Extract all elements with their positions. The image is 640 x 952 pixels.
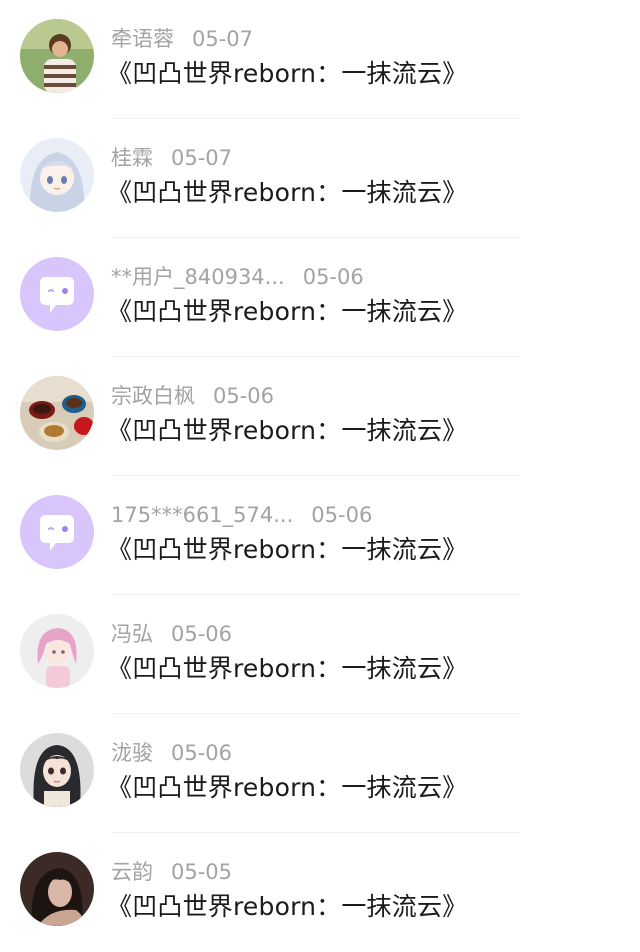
comment-meta: 宗政白枫 05-06 <box>111 383 274 409</box>
comment-title[interactable]: 《凹凸世界reborn：一抹流云》 <box>107 58 467 90</box>
teacups-avatar[interactable] <box>20 376 94 450</box>
comment-item[interactable]: 175***661_574... 05-06 《凹凸世界reborn：一抹流云》 <box>0 476 640 595</box>
dark-hair-girl-avatar[interactable] <box>20 733 94 807</box>
comment-title[interactable]: 《凹凸世界reborn：一抹流云》 <box>107 534 467 566</box>
comment-meta: 175***661_574... 05-06 <box>111 502 372 528</box>
anime-girl-avatar[interactable] <box>20 138 94 212</box>
comment-item[interactable]: 桂霖 05-07 《凹凸世界reborn：一抹流云》 <box>0 119 640 238</box>
comment-title[interactable]: 《凹凸世界reborn：一抹流云》 <box>107 653 467 685</box>
comment-title[interactable]: 《凹凸世界reborn：一抹流云》 <box>107 415 467 447</box>
pink-hair-avatar[interactable] <box>20 614 94 688</box>
comment-meta: **用户_840934... 05-06 <box>111 264 364 290</box>
comment-meta: 泷骏 05-06 <box>111 740 232 766</box>
username[interactable]: 牵语蓉 <box>111 27 174 51</box>
comment-date: 05-06 <box>171 741 233 765</box>
comment-item[interactable]: 牵语蓉 05-07 《凹凸世界reborn：一抹流云》 <box>0 0 640 119</box>
comment-meta: 云韵 05-05 <box>111 859 232 885</box>
username[interactable]: **用户_840934... <box>111 265 285 289</box>
comment-meta: 冯弘 05-06 <box>111 621 232 647</box>
default-chat-avatar[interactable] <box>20 495 94 569</box>
comment-title[interactable]: 《凹凸世界reborn：一抹流云》 <box>107 772 467 804</box>
comment-title[interactable]: 《凹凸世界reborn：一抹流云》 <box>107 296 467 328</box>
comment-meta: 桂霖 05-07 <box>111 145 232 171</box>
username[interactable]: 云韵 <box>111 860 153 884</box>
photo-boy-avatar[interactable] <box>20 19 94 93</box>
username[interactable]: 桂霖 <box>111 146 153 170</box>
comment-item[interactable]: 泷骏 05-06 《凹凸世界reborn：一抹流云》 <box>0 714 640 833</box>
comment-item[interactable]: **用户_840934... 05-06 《凹凸世界reborn：一抹流云》 <box>0 238 640 357</box>
username[interactable]: 宗政白枫 <box>111 384 195 408</box>
comment-title[interactable]: 《凹凸世界reborn：一抹流云》 <box>107 177 467 209</box>
comment-date: 05-06 <box>311 503 373 527</box>
username[interactable]: 泷骏 <box>111 741 153 765</box>
comment-date: 05-05 <box>171 860 233 884</box>
comment-item[interactable]: 云韵 05-05 《凹凸世界reborn：一抹流云》 <box>0 833 640 952</box>
default-chat-avatar[interactable] <box>20 257 94 331</box>
comment-title[interactable]: 《凹凸世界reborn：一抹流云》 <box>107 891 467 923</box>
comment-date: 05-07 <box>192 27 254 51</box>
comment-date: 05-07 <box>171 146 233 170</box>
comment-date: 05-06 <box>302 265 364 289</box>
comment-item[interactable]: 宗政白枫 05-06 《凹凸世界reborn：一抹流云》 <box>0 357 640 476</box>
comment-date: 05-06 <box>171 622 233 646</box>
portrait-photo-avatar[interactable] <box>20 852 94 926</box>
username[interactable]: 175***661_574... <box>111 503 293 527</box>
comment-date: 05-06 <box>213 384 275 408</box>
comment-meta: 牵语蓉 05-07 <box>111 26 253 52</box>
comment-list: 牵语蓉 05-07 《凹凸世界reborn：一抹流云》 桂霖 05-07 《凹凸世界… <box>0 0 640 934</box>
comment-item[interactable]: 冯弘 05-06 《凹凸世界reborn：一抹流云》 <box>0 595 640 714</box>
username[interactable]: 冯弘 <box>111 622 153 646</box>
